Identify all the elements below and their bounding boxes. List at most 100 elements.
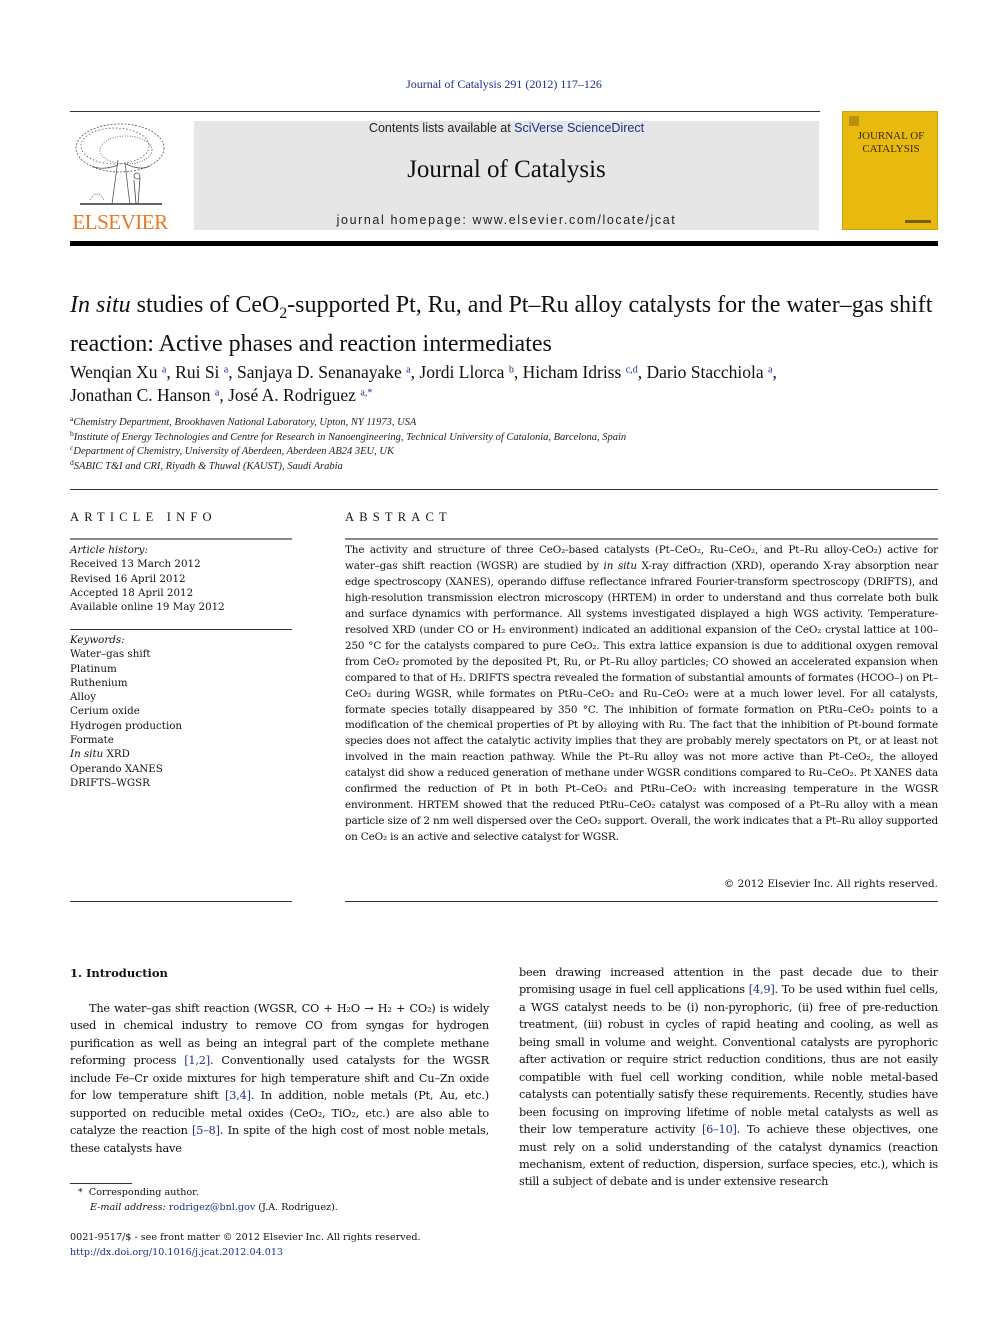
history-item: Available online 19 May 2012 [70,601,225,614]
keyword-italic: In situ [70,748,104,761]
footnote-rule [70,1183,132,1184]
affiliation-text: SABIC T&I and CRI, Riyadh & Thuwal (KAUS… [73,460,343,472]
author-name[interactable]: José A. Rodriguez [228,385,356,405]
citation-link[interactable]: [6–10] [702,1123,737,1136]
journal-homepage-link[interactable]: journal homepage: www.elsevier.com/locat… [194,213,819,227]
author: Sanjaya D. Senanayake a [237,362,411,382]
author-separator: , [637,362,647,382]
citation-link[interactable]: [3,4] [225,1089,251,1102]
keyword-item: Ruthenium [70,676,128,689]
abstract-text: The activity and structure of three CeO₂… [345,544,939,844]
elsevier-wordmark: ELSEVIER [72,210,168,234]
keyword-item: Platinum [70,662,117,675]
running-head-citation[interactable]: Journal of Catalysis 291 (2012) 117–126 [0,77,992,92]
keyword-item: Alloy [70,691,97,704]
history-label: Article history: [70,544,148,556]
author-separator: , [772,362,777,382]
affiliation-item: cDepartment of Chemistry, University of … [70,444,940,460]
affiliation-rule [70,489,938,490]
top-rule [70,111,820,112]
author: Dario Stacchiola a [647,362,773,382]
corresponding-text: Corresponding author. [88,1187,199,1198]
keywords-rule [70,629,292,630]
article-info-rule [70,538,292,540]
author: Rui Si a [175,362,228,382]
author-separator: , [228,362,238,382]
journal-cover-thumbnail[interactable]: JOURNAL OF CATALYSIS [842,111,938,230]
author: Hicham Idriss c,d [523,362,638,382]
keywords: Keywords: Water–gas shift Platinum Rutheni… [70,633,292,790]
cover-footer-mark [905,220,931,223]
footnote-mark: * [78,1187,83,1198]
author-name[interactable]: Dario Stacchiola [647,362,764,382]
affiliation-text: Institute of Energy Technologies and Cen… [73,431,627,443]
affiliation-list: aChemistry Department, Brookhaven Nation… [70,415,940,475]
author-separator: , [513,362,523,382]
sciencedirect-link[interactable]: SciVerse ScienceDirect [514,121,644,135]
history-item: Received 13 March 2012 [70,558,201,571]
keyword-item: Cerium oxide [70,705,140,718]
citation-link[interactable]: [4,9] [749,983,775,996]
abstract-copyright: © 2012 Elsevier Inc. All rights reserved… [723,878,938,890]
section-heading-introduction: 1. Introduction [70,966,168,980]
keyword-item: In situ XRD [70,748,130,761]
cover-emblem-icon [849,116,859,126]
affiliation-text: Chemistry Department, Brookhaven Nationa… [73,417,417,428]
title-part1: studies of CeO [130,292,280,318]
keyword-item: Formate [70,734,114,747]
email-suffix: (J.A. Rodriguez). [255,1202,338,1213]
article-title: In situ studies of CeO2-supported Pt, Ru… [70,290,940,359]
doi-link[interactable]: http://dx.doi.org/10.1016/j.jcat.2012.04… [70,1247,283,1258]
author-name[interactable]: Jonathan C. Hanson [70,385,210,405]
author-list: Wenqian Xu a, Rui Si a, Sanjaya D. Senan… [70,361,940,407]
affiliation-text: Department of Chemistry, University of A… [73,446,394,457]
title-italic: In situ [70,292,131,318]
journal-name: Journal of Catalysis [407,156,606,183]
citation-link[interactable]: [5–8] [192,1124,220,1137]
issn-block: 0021-9517/$ - see front matter © 2012 El… [70,1230,490,1260]
keyword-list: Water–gas shift Platinum Ruthenium Alloy Cer… [70,647,292,790]
body-column-left: The water–gas shift reaction (WGSR, CO +… [70,1002,489,1155]
author-name[interactable]: Hicham Idriss [523,362,622,382]
abstract-rule [345,538,938,540]
email-link[interactable]: rodrigez@bnl.gov [169,1202,255,1213]
corresponding-author-footnote: * Corresponding author. E-mail address: … [78,1185,498,1215]
keyword-item: Hydrogen production [70,719,183,732]
cover-title: JOURNAL OF CATALYSIS [857,130,925,155]
body-column-right: been drawing increased attention in the … [519,966,939,1189]
author-separator: , [219,385,229,405]
author-separator: , [166,362,176,382]
author: Wenqian Xu a [70,362,166,382]
author-name[interactable]: Jordi Llorca [419,362,504,382]
citation-link[interactable]: [1,2] [184,1054,210,1067]
affiliation-item: aChemistry Department, Brookhaven Nation… [70,415,940,431]
author-name[interactable]: Rui Si [175,362,219,382]
abstract-bottom-rule [345,901,938,902]
author-name[interactable]: Sanjaya D. Senanayake [237,362,402,382]
keyword-item: Operando XANES [70,762,163,775]
history-list: Received 13 March 2012 Revised 16 April 2… [70,557,292,614]
article-history: Article history: Received 13 March 2012 R… [70,543,292,614]
keyword-item: DRIFTS–WGSR [70,776,150,789]
title-subscript: 2 [279,304,288,322]
affiliation-item: bInstitute of Energy Technologies and Ce… [70,429,940,446]
author: José A. Rodriguez a,* [228,385,372,405]
contents-prefix: Contents lists available at [368,121,515,135]
author: Jordi Llorca b [419,362,513,382]
header-thick-rule [70,241,938,246]
article-info-bottom-rule [70,901,292,902]
abstract-heading: ABSTRACT [345,510,452,524]
author: Jonathan C. Hanson a [70,385,219,405]
keyword-item: Water–gas shift [70,648,151,661]
affiliation-item: dSABIC T&I and CRI, Riyadh & Thuwal (KAU… [70,458,940,475]
contents-line: Contents lists available at SciVerse Sci… [194,121,819,135]
author-name[interactable]: Wenqian Xu [70,362,158,382]
keywords-label: Keywords: [70,634,125,646]
history-item: Revised 16 April 2012 [70,572,186,585]
abstract-italic: in situ [603,559,638,572]
author-affiliation-marker[interactable]: a,* [360,387,372,398]
author-affiliation-marker[interactable]: c,d [626,364,638,375]
issn-line: 0021-9517/$ - see front matter © 2012 El… [70,1232,421,1243]
article-info-heading: ARTICLE INFO [70,510,217,524]
email-label: E-mail address: [90,1202,166,1213]
